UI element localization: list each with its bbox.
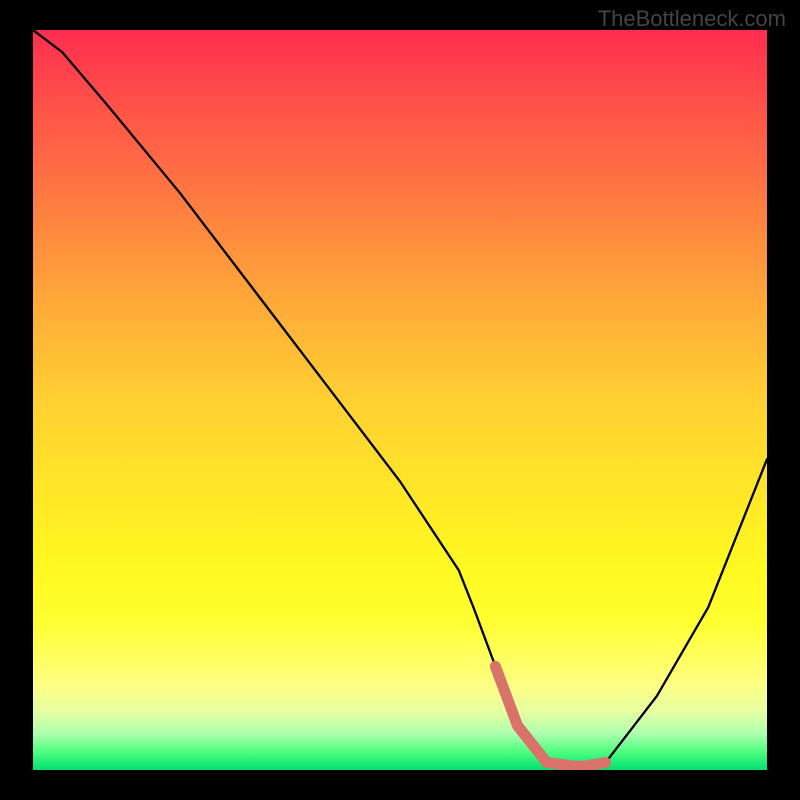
bottleneck-minimum-highlight: [495, 666, 605, 766]
chart-svg: [33, 30, 767, 770]
chart-plot-area: [33, 30, 767, 770]
bottleneck-curve-line: [33, 30, 767, 766]
watermark-text: TheBottleneck.com: [598, 6, 786, 32]
